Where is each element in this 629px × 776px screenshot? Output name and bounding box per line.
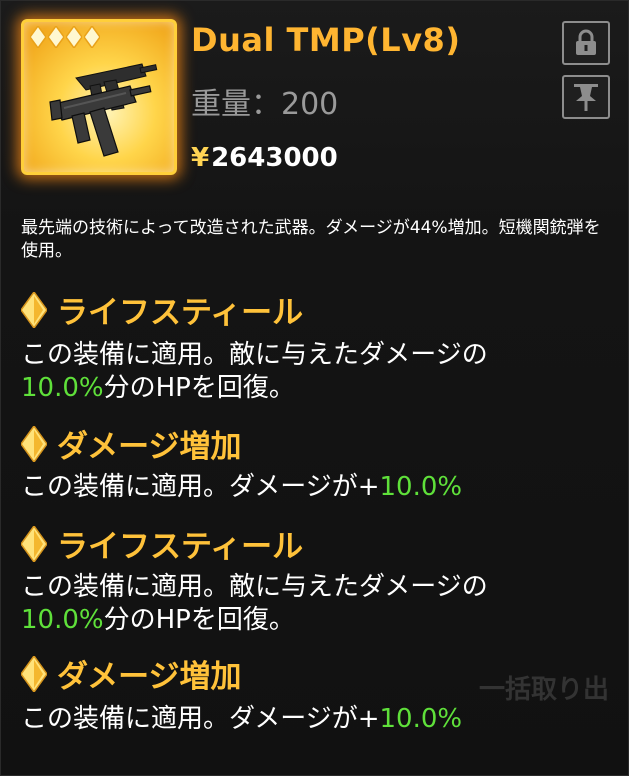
skill-value: 10.0% bbox=[379, 472, 463, 502]
skill-description: この装備に適用。敵に与えたダメージの 10.0%分のHPを回復。 bbox=[21, 572, 488, 635]
item-title: Dual TMP(Lv8) bbox=[191, 21, 461, 59]
item-price: ¥2643000 bbox=[191, 143, 338, 173]
diamond-icon bbox=[21, 655, 47, 692]
skill-title: ライフスティール bbox=[21, 521, 303, 566]
skill-value: 10.0% bbox=[21, 373, 104, 403]
star-icon bbox=[66, 26, 82, 48]
skill-description: この装備に適用。ダメージが+10.0% bbox=[21, 704, 463, 734]
item-weight: 重量：200 bbox=[191, 87, 339, 122]
lock-button[interactable] bbox=[562, 21, 610, 65]
skill-description: この装備に適用。ダメージが+10.0% bbox=[21, 472, 463, 502]
item-description: 最先端の技術によって改造された武器。ダメージが44%増加。短機関銃弾を使用。 bbox=[21, 218, 601, 261]
star-icon bbox=[30, 26, 46, 48]
pin-button[interactable] bbox=[562, 75, 610, 119]
skill-title: ダメージ増加 bbox=[21, 651, 241, 696]
diamond-icon bbox=[21, 425, 47, 462]
dual-smg-icon bbox=[49, 63, 158, 157]
star-icon bbox=[48, 26, 64, 48]
item-icon-frame bbox=[21, 19, 177, 175]
skill-title: ライフスティール bbox=[21, 287, 303, 332]
background-ghost-button: 一括取り出 bbox=[479, 675, 610, 705]
star-icon bbox=[84, 26, 100, 48]
lock-icon bbox=[576, 29, 596, 55]
diamond-icon bbox=[21, 525, 47, 562]
skill-value: 10.0% bbox=[379, 704, 463, 734]
skill-title: ダメージ増加 bbox=[21, 421, 241, 466]
price-value: 2643000 bbox=[211, 143, 338, 173]
item-detail-panel: 一括取り出 Dual TMP(Lv8) 重量：200 ¥2643000 最先端の… bbox=[0, 0, 629, 776]
diamond-icon bbox=[21, 291, 47, 328]
yen-icon: ¥ bbox=[191, 143, 210, 173]
skill-value: 10.0% bbox=[21, 605, 104, 635]
pin-icon bbox=[574, 84, 598, 111]
rarity-stars bbox=[30, 26, 100, 48]
skill-description: この装備に適用。敵に与えたダメージの 10.0%分のHPを回復。 bbox=[21, 340, 488, 403]
